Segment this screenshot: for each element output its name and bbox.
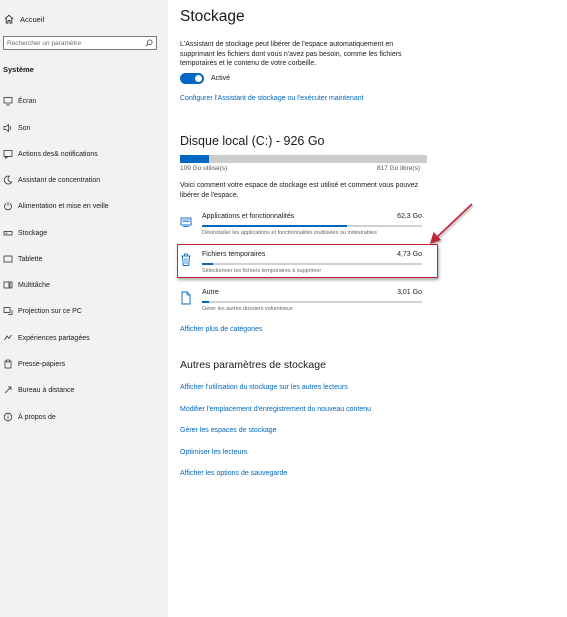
document-icon	[180, 291, 192, 305]
sidebar-item-concentration[interactable]: Assistant de concentration	[3, 173, 163, 187]
apps-icon	[180, 215, 192, 229]
show-more-categories-link[interactable]: Afficher plus de catégories	[180, 326, 262, 333]
change-save-location-link[interactable]: Modifier l'emplacement d'enregistrement …	[180, 406, 371, 413]
power-icon	[3, 201, 13, 211]
category-subtext: Gérer les autres dossiers volumineux	[202, 306, 293, 312]
annotation-arrow	[430, 203, 473, 244]
sidebar-item-notifications[interactable]: Actions des& notifications	[3, 147, 163, 161]
sidebar-item-label: Multitâche	[18, 281, 50, 289]
sidebar-item-experiences[interactable]: Expériences partagées	[3, 331, 163, 345]
sidebar-item-label: Assistant de concentration	[18, 176, 101, 184]
search-placeholder: Rechercher un paramètre	[7, 39, 82, 47]
category-bar	[202, 225, 422, 227]
sidebar-item-label: Bureau à distance	[18, 386, 75, 394]
sidebar-item-clipboard[interactable]: Presse-papiers	[3, 357, 163, 371]
sidebar-item-stockage[interactable]: Stockage	[3, 226, 163, 240]
sidebar-item-label: Stockage	[18, 229, 48, 237]
home-label: Accueil	[20, 14, 45, 24]
sidebar-item-label: Projection sur ce PC	[18, 307, 82, 315]
sidebar-item-label: Tablette	[18, 255, 43, 263]
disk-usage-fill	[180, 155, 210, 163]
sidebar-item-multitache[interactable]: Multitâche	[3, 278, 163, 292]
disk-usage-bar	[180, 155, 427, 163]
highlight-box	[177, 244, 438, 278]
category-subtext: Désinstaller les applications et fonctio…	[202, 230, 377, 236]
sidebar-item-about[interactable]: À propos de	[3, 410, 163, 424]
sidebar: Accueil Rechercher un paramètre Système …	[0, 0, 168, 617]
sidebar-item-label: Son	[18, 124, 31, 132]
monitor-icon	[3, 96, 13, 106]
moon-icon	[3, 175, 13, 185]
search-input[interactable]: Rechercher un paramètre	[3, 36, 157, 50]
sidebar-item-son[interactable]: Son	[3, 121, 163, 135]
disk-title: Disque local (C:) - 926 Go	[180, 134, 325, 148]
sidebar-item-remote-desktop[interactable]: Bureau à distance	[3, 383, 163, 397]
storage-sense-description: L'Assistant de stockage peut libérer de …	[180, 41, 402, 67]
other-drives-usage-link[interactable]: Afficher l'utilisation du stockage sur l…	[180, 384, 348, 391]
storage-sense-toggle-row: Activé	[180, 73, 230, 84]
category-size: 62,3 Go	[397, 213, 422, 220]
sidebar-item-label: À propos de	[18, 413, 56, 421]
disk-free-label: 817 Go libre(s)	[377, 165, 420, 172]
home-link[interactable]: Accueil	[4, 12, 44, 26]
sidebar-item-label: Alimentation et mise en veille	[18, 202, 109, 210]
manage-storage-spaces-link[interactable]: Gérer les espaces de stockage	[180, 427, 277, 434]
notification-icon	[3, 149, 13, 159]
search-icon[interactable]	[145, 39, 153, 47]
sidebar-item-label: Expériences partagées	[18, 334, 90, 342]
sidebar-item-label: Presse-papiers	[18, 360, 66, 368]
sidebar-item-label: Écran	[18, 97, 37, 105]
storage-sense-toggle[interactable]	[180, 73, 204, 84]
shared-icon	[3, 333, 13, 343]
info-icon	[3, 412, 13, 422]
sidebar-item-tablette[interactable]: Tablette	[3, 252, 163, 266]
multitask-icon	[3, 280, 13, 290]
other-settings-title: Autres paramètres de stockage	[180, 359, 326, 371]
speaker-icon	[3, 123, 13, 133]
category-name: Autre	[202, 289, 219, 296]
category-name: Applications et fonctionnalités	[202, 213, 295, 220]
category-bar-fill	[202, 301, 209, 303]
section-title: Système	[3, 65, 34, 74]
category-bar-fill	[202, 225, 348, 227]
sidebar-item-projection[interactable]: Projection sur ce PC	[3, 304, 163, 318]
home-icon	[4, 14, 14, 24]
optimize-drives-link[interactable]: Optimiser les lecteurs	[180, 449, 247, 456]
configure-storage-sense-link[interactable]: Configurer l'Assistant de stockage ou l'…	[180, 95, 364, 102]
category-other[interactable]: Autre 3,01 Go Gérer les autres dossiers …	[180, 289, 422, 319]
category-size: 3,01 Go	[397, 289, 422, 296]
backup-options-link[interactable]: Afficher les options de sauvegarde	[180, 470, 287, 477]
disk-description: Voici comment votre espace de stockage e…	[180, 182, 419, 199]
projection-icon	[3, 306, 13, 316]
tablet-icon	[3, 254, 13, 264]
category-bar	[202, 301, 422, 303]
sidebar-item-label: Actions des& notifications	[18, 150, 98, 158]
storage-icon	[3, 228, 13, 238]
page-title: Stockage	[180, 8, 245, 25]
clipboard-icon	[3, 359, 13, 369]
sidebar-item-ecran[interactable]: Écran	[3, 94, 163, 108]
sidebar-item-power[interactable]: Alimentation et mise en veille	[3, 199, 163, 213]
disk-used-label: 109 Go utilisé(s)	[180, 165, 228, 172]
category-apps[interactable]: Applications et fonctionnalités 62,3 Go …	[180, 213, 422, 243]
remote-desktop-icon	[3, 385, 13, 395]
toggle-state-label: Activé	[211, 75, 231, 82]
